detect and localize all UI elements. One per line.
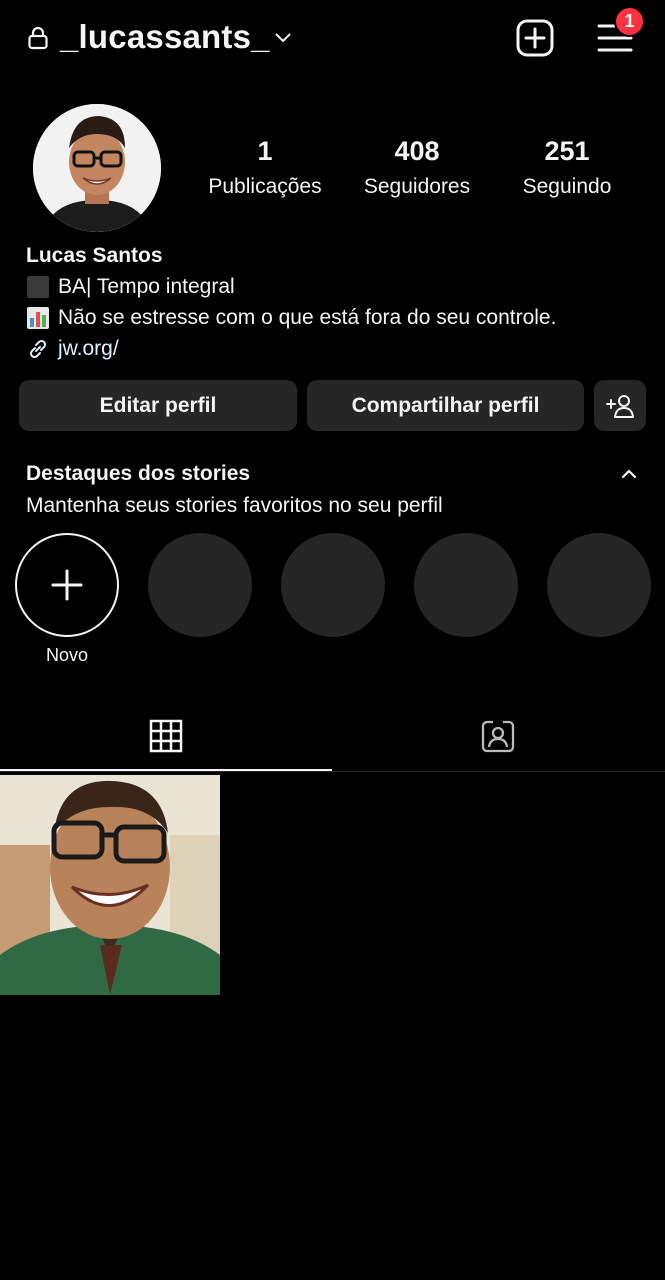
bio-line-1: BA| Tempo integral <box>26 271 556 302</box>
plus-icon <box>51 569 83 601</box>
highlight-placeholder <box>547 533 651 637</box>
top-bar: _lucassants_ 1 <box>0 0 665 80</box>
bio-line-1-text: BA| Tempo integral <box>58 275 235 298</box>
discover-people-button[interactable] <box>594 380 646 431</box>
share-profile-button[interactable]: Compartilhar perfil <box>307 380 584 431</box>
stat-following[interactable]: 251 Seguindo <box>497 136 637 199</box>
grid-icon <box>149 719 183 753</box>
highlights-title: Destaques dos stories <box>26 462 251 485</box>
stat-followers-label: Seguidores <box>363 175 471 198</box>
bar-chart-icon <box>27 306 49 329</box>
stat-posts[interactable]: 1 Publicações <box>195 136 335 199</box>
highlight-placeholder <box>281 533 385 637</box>
black-square-icon <box>27 275 49 298</box>
stat-followers[interactable]: 408 Seguidores <box>347 136 487 199</box>
post-photo <box>0 775 220 995</box>
highlights-subtitle: Mantenha seus stories favoritos no seu p… <box>26 494 443 517</box>
create-post-icon[interactable] <box>515 18 555 58</box>
stat-following-label: Seguindo <box>522 175 612 198</box>
new-highlight-label: Novo <box>45 645 89 665</box>
edit-profile-button[interactable]: Editar perfil <box>19 380 297 431</box>
link-icon <box>29 339 47 358</box>
notification-badge: 1 <box>614 6 645 37</box>
profile-name: Lucas Santos <box>26 244 163 267</box>
avatar-photo <box>33 104 161 232</box>
chevron-up-icon[interactable] <box>619 464 639 484</box>
add-person-icon <box>606 394 634 418</box>
stat-posts-label: Publicações <box>208 175 322 198</box>
bio-line-2-text: Não se estresse com o que está fora do s… <box>58 306 557 329</box>
lock-icon <box>28 26 48 50</box>
stat-posts-value: 1 <box>257 136 273 166</box>
highlight-placeholder <box>414 533 518 637</box>
new-highlight-button[interactable] <box>15 533 119 637</box>
stat-followers-value: 408 <box>394 136 440 166</box>
bio: Lucas Santos BA| Tempo integral Não se e… <box>26 240 556 364</box>
username[interactable]: _lucassants_ <box>60 18 270 56</box>
stat-following-value: 251 <box>544 136 590 166</box>
tab-divider <box>0 771 665 772</box>
avatar[interactable] <box>33 104 161 232</box>
tab-tagged[interactable] <box>332 700 664 772</box>
post-thumbnail[interactable] <box>0 775 220 995</box>
bio-line-2: Não se estresse com o que está fora do s… <box>26 302 556 333</box>
bio-link[interactable]: jw.org/ <box>26 333 556 364</box>
tab-posts-grid[interactable] <box>0 700 332 772</box>
tagged-icon <box>481 720 515 753</box>
highlight-placeholder <box>148 533 252 637</box>
bio-link-text[interactable]: jw.org/ <box>58 333 119 364</box>
chevron-down-icon[interactable] <box>272 28 294 48</box>
